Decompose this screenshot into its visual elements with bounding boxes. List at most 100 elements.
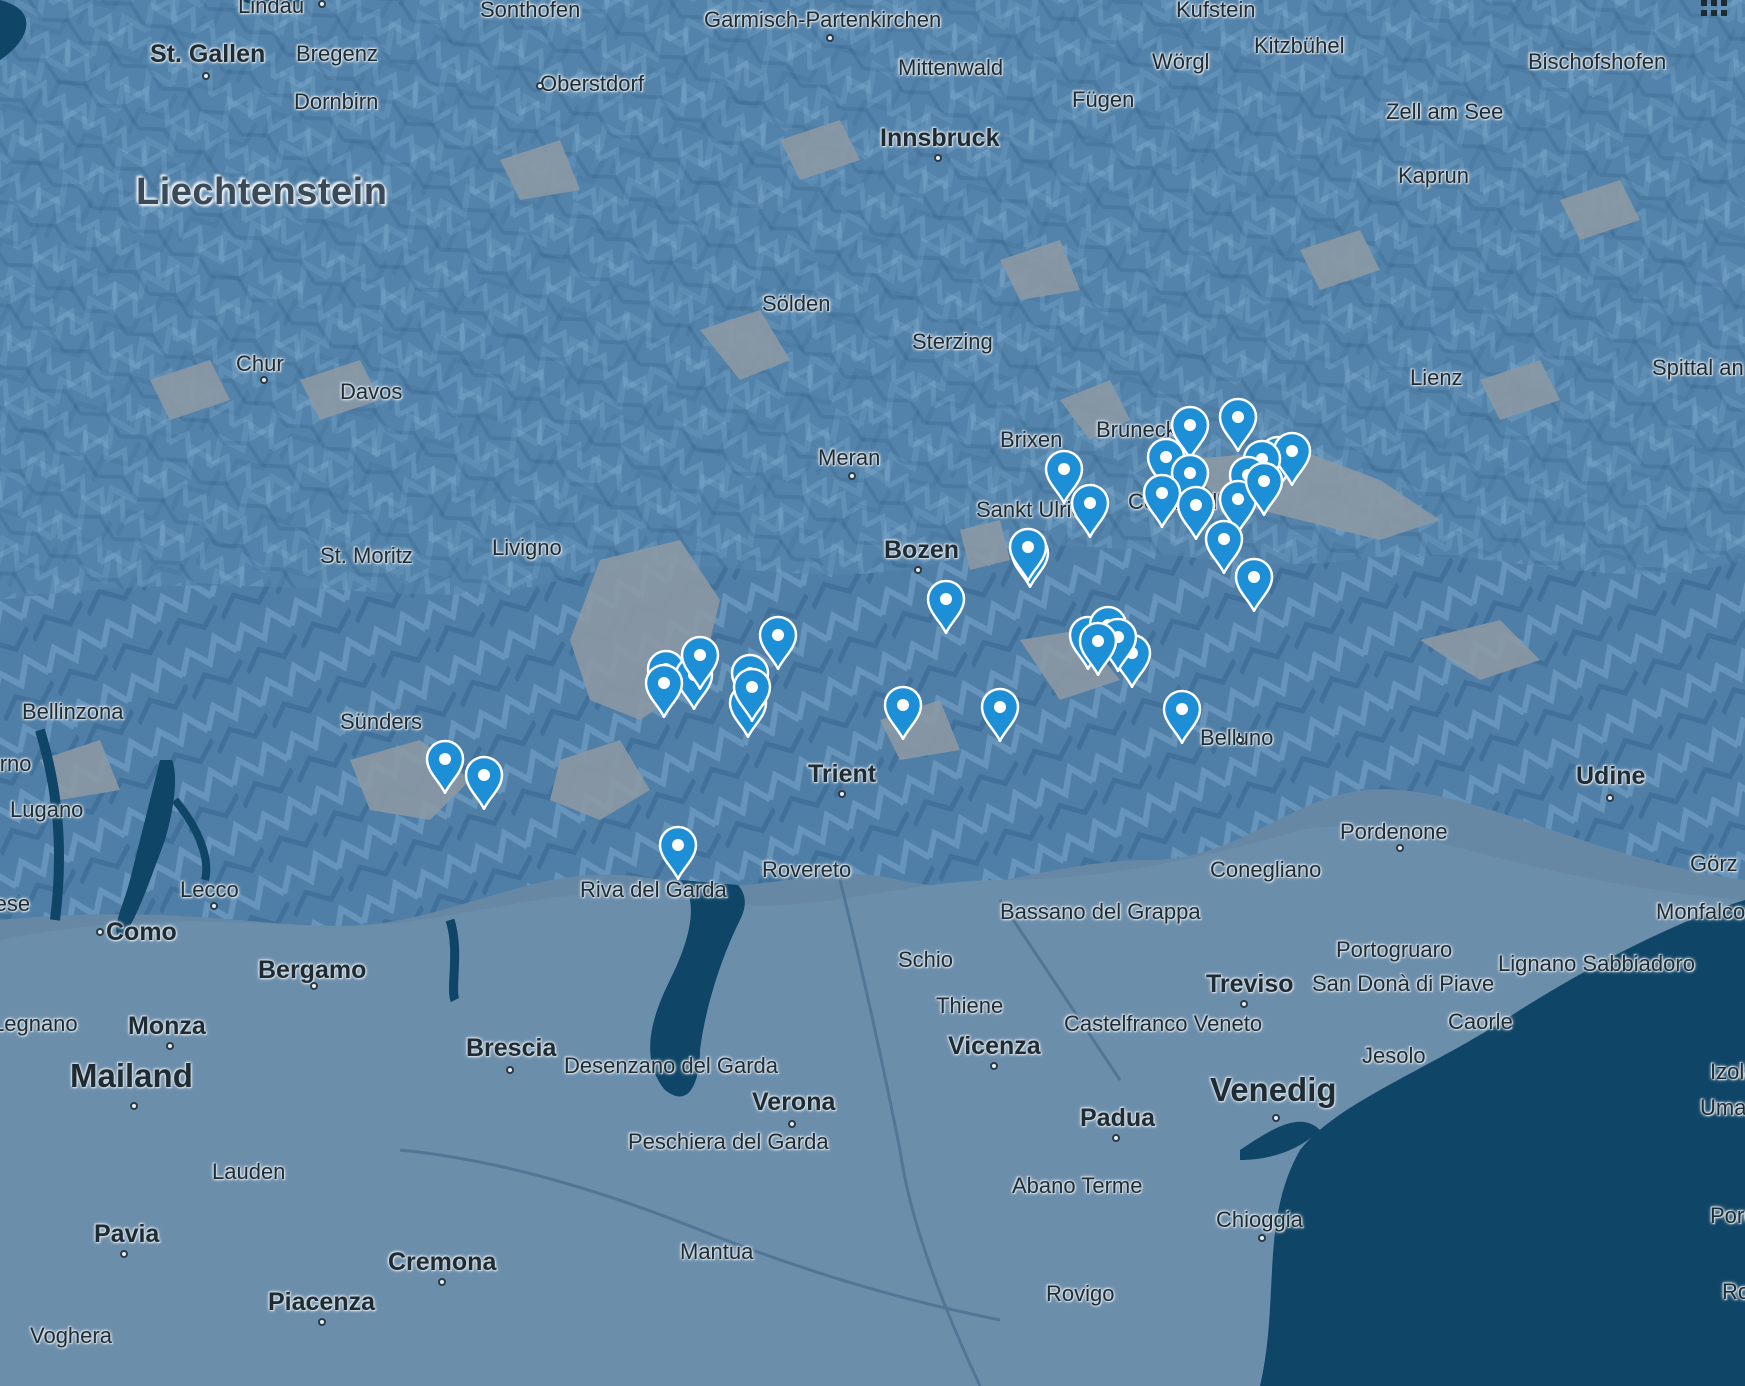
label-treviso: Treviso bbox=[1206, 970, 1294, 998]
label-lienz: Lienz bbox=[1410, 365, 1463, 390]
city-dot bbox=[166, 1042, 174, 1050]
apps-grid-icon[interactable] bbox=[1699, 0, 1733, 22]
city-dot bbox=[536, 82, 544, 90]
label-porec: Poreč bbox=[1710, 1203, 1745, 1228]
label-udine: Udine bbox=[1576, 762, 1646, 790]
map-pin-marker[interactable] bbox=[1069, 482, 1111, 538]
city-dot bbox=[438, 1278, 446, 1286]
map-pin-marker[interactable] bbox=[463, 754, 505, 810]
label-woergl: Wörgl bbox=[1152, 49, 1210, 74]
label-izola: Izola bbox=[1710, 1059, 1745, 1084]
label-bozen: Bozen bbox=[884, 536, 959, 564]
map-pin-marker[interactable] bbox=[1077, 620, 1119, 676]
label-oberstdorf: Oberstdorf bbox=[540, 71, 644, 96]
city-dot bbox=[318, 1318, 326, 1326]
map-pin-marker[interactable] bbox=[731, 666, 773, 722]
label-bregenz: Bregenz bbox=[296, 41, 378, 66]
label-peschiera: Peschiera del Garda bbox=[628, 1129, 829, 1154]
city-dot bbox=[120, 1250, 128, 1258]
label-davos: Davos bbox=[340, 379, 403, 404]
label-piacenza: Piacenza bbox=[268, 1288, 376, 1316]
map-pin-marker[interactable] bbox=[1233, 556, 1275, 612]
label-portogruaro: Portogruaro bbox=[1336, 937, 1453, 962]
label-liechtenstein: Liechtenstein bbox=[136, 171, 388, 213]
label-pordenone: Pordenone bbox=[1340, 819, 1448, 844]
label-rovereto: Rovereto bbox=[762, 857, 852, 882]
label-abano-terme: Abano Terme bbox=[1012, 1173, 1143, 1198]
label-kitzbuehel: Kitzbühel bbox=[1254, 33, 1345, 58]
label-sonthofen: Sonthofen bbox=[480, 0, 581, 22]
label-meran: Meran bbox=[818, 445, 881, 470]
label-desenzano: Desenzano del Garda bbox=[564, 1053, 779, 1078]
city-dot bbox=[826, 34, 834, 42]
label-umag: Umag bbox=[1700, 1095, 1745, 1120]
label-como: Como bbox=[106, 918, 177, 946]
label-mittenwald: Mittenwald bbox=[898, 55, 1004, 80]
label-zell-am-see: Zell am See bbox=[1386, 99, 1504, 124]
label-varese: Varese bbox=[0, 891, 31, 916]
city-dot bbox=[210, 902, 218, 910]
label-lecco: Lecco bbox=[180, 877, 239, 902]
label-garmisch: Garmisch-Partenkirchen bbox=[704, 7, 942, 32]
label-innsbruck: Innsbruck bbox=[880, 124, 1000, 152]
label-thiene: Thiene bbox=[936, 993, 1004, 1018]
city-dot bbox=[838, 790, 846, 798]
label-lauden: Lauden bbox=[212, 1159, 286, 1184]
city-dot bbox=[848, 472, 856, 480]
city-dot bbox=[318, 0, 326, 8]
label-rovigo: Rovigo bbox=[1046, 1281, 1115, 1306]
label-conegliano: Conegliano bbox=[1210, 857, 1322, 882]
label-mantua: Mantua bbox=[680, 1239, 754, 1264]
city-dot bbox=[1272, 1114, 1280, 1122]
map-pin-marker[interactable] bbox=[679, 634, 721, 690]
label-chur: Chur bbox=[236, 351, 284, 376]
city-dot bbox=[788, 1120, 796, 1128]
map-pin-marker[interactable] bbox=[657, 824, 699, 880]
label-padua: Padua bbox=[1080, 1104, 1156, 1132]
map-pin-marker[interactable] bbox=[979, 686, 1021, 742]
label-cremona: Cremona bbox=[388, 1248, 497, 1276]
city-dot bbox=[1112, 1134, 1120, 1142]
label-verona: Verona bbox=[752, 1088, 836, 1116]
map-pin-marker[interactable] bbox=[1007, 526, 1049, 582]
map-pin-marker[interactable] bbox=[1161, 688, 1203, 744]
label-monfalcone: Monfalcone bbox=[1656, 899, 1745, 924]
label-bergamo: Bergamo bbox=[258, 956, 367, 984]
label-vicenza: Vicenza bbox=[948, 1032, 1041, 1060]
city-dot bbox=[1236, 736, 1244, 744]
city-dot bbox=[934, 154, 942, 162]
label-riva-del-garda: Riva del Garda bbox=[580, 877, 727, 902]
label-mailand: Mailand bbox=[70, 1057, 193, 1094]
label-sterzing: Sterzing bbox=[912, 329, 993, 354]
map-pin-marker[interactable] bbox=[424, 738, 466, 794]
city-dot bbox=[1396, 844, 1404, 852]
label-livigno: Livigno bbox=[492, 535, 562, 560]
label-fuegen: Fügen bbox=[1072, 87, 1135, 112]
label-caorle: Caorle bbox=[1448, 1009, 1513, 1034]
city-dot bbox=[990, 1062, 998, 1070]
map-pin-marker[interactable] bbox=[925, 578, 967, 634]
city-dot bbox=[202, 72, 210, 80]
label-jesolo: Jesolo bbox=[1362, 1043, 1426, 1068]
label-bellinzona: Bellinzona bbox=[22, 699, 124, 724]
city-dot bbox=[260, 376, 268, 384]
label-lugano: Lugano bbox=[10, 797, 84, 822]
label-san-dona: San Donà di Piave bbox=[1312, 971, 1495, 996]
label-st-gallen: St. Gallen bbox=[150, 40, 266, 68]
label-castelfranco: Castelfranco Veneto bbox=[1064, 1011, 1263, 1036]
label-st-moritz: St. Moritz bbox=[320, 543, 413, 568]
map-pin-marker[interactable] bbox=[882, 684, 924, 740]
label-lignano: Lignano Sabbiadoro bbox=[1498, 951, 1695, 976]
label-schio: Schio bbox=[898, 947, 954, 972]
city-dot bbox=[130, 1102, 138, 1110]
city-dot bbox=[96, 928, 104, 936]
map-canvas[interactable]: Lindau Sonthofen Garmisch-Partenkirchen … bbox=[0, 0, 1745, 1386]
label-kufstein: Kufstein bbox=[1176, 0, 1256, 22]
city-dot bbox=[506, 1066, 514, 1074]
label-venedig: Venedig bbox=[1210, 1071, 1337, 1108]
label-chioggia: Chioggia bbox=[1216, 1207, 1303, 1232]
map-pin-marker[interactable] bbox=[1243, 460, 1285, 516]
label-monza: Monza bbox=[128, 1012, 206, 1040]
label-suenders: Sünders bbox=[340, 709, 422, 734]
label-legnano: Legnano bbox=[0, 1011, 78, 1036]
